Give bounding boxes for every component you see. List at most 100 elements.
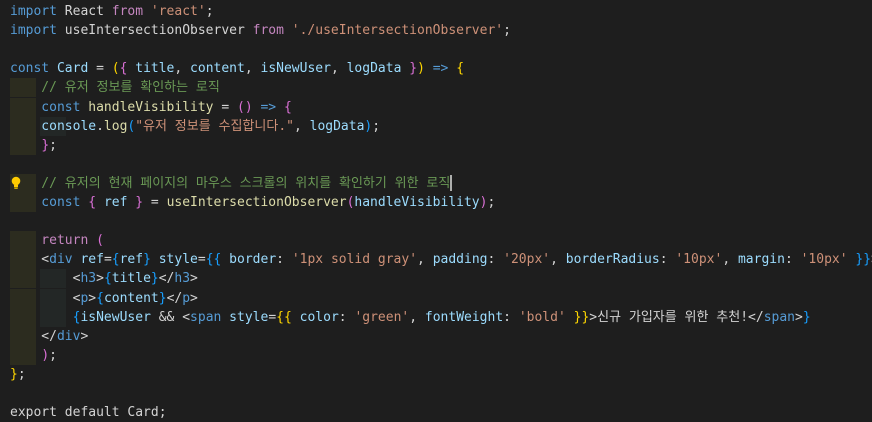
code-token: : xyxy=(784,252,801,268)
code-token: } xyxy=(401,61,418,77)
code-line[interactable] xyxy=(0,155,872,174)
code-text: // 유저의 현재 페이지의 마우스 스크롤의 위치를 확인하기 위한 로직 xyxy=(10,174,453,193)
code-token: } xyxy=(10,366,18,382)
code-token: import xyxy=(10,23,57,39)
code-token: isNewUser xyxy=(80,309,151,325)
code-editor[interactable]: import React from 'react'; import useInte… xyxy=(0,0,872,420)
code-token: , xyxy=(244,61,261,77)
code-token: 'react' xyxy=(143,4,206,19)
code-text: const { ref } = useIntersectionObserver(… xyxy=(10,193,495,212)
code-token: { xyxy=(103,271,112,287)
code-token: { xyxy=(96,290,104,306)
code-token: border xyxy=(221,252,277,268)
code-token: , xyxy=(293,118,310,134)
code-token: useIntersectionObserver xyxy=(56,23,253,39)
code-token: } xyxy=(802,309,811,325)
code-line[interactable]: const Card = ({ title, content, isNewUse… xyxy=(0,59,872,78)
code-token: export default Card; xyxy=(10,405,167,421)
code-line[interactable]: // 유저의 현재 페이지의 마우스 스크롤의 위치를 확인하기 위한 로직 xyxy=(0,173,872,193)
code-token: import xyxy=(10,4,57,19)
code-token: = xyxy=(197,252,206,268)
code-text: import React from 'react'; xyxy=(10,2,214,21)
code-line[interactable]: }; xyxy=(0,135,872,155)
code-token: }} xyxy=(565,309,590,325)
code-token: handleVisibility xyxy=(80,99,214,115)
code-token: color xyxy=(291,309,339,325)
code-text: const Card = ({ title, content, isNewUse… xyxy=(10,59,464,78)
code-line[interactable]: <div ref={ref} style={{ border: '1px sol… xyxy=(0,250,872,270)
code-token: title xyxy=(111,271,151,287)
code-line[interactable]: import useIntersectionObserver from './u… xyxy=(0,21,872,40)
code-token: } xyxy=(158,290,167,306)
code-token: from xyxy=(111,4,144,19)
code-line[interactable]: }; xyxy=(0,365,872,384)
code-text: import useIntersectionObserver from './u… xyxy=(10,21,511,40)
code-token: < xyxy=(10,252,50,268)
code-token: , xyxy=(174,61,191,77)
code-token: = xyxy=(268,309,277,325)
code-token: logData xyxy=(346,61,402,77)
code-token: > xyxy=(795,309,803,325)
code-line[interactable]: // 유저 정보를 확인하는 로직 xyxy=(0,78,872,98)
code-token: span xyxy=(763,309,795,325)
code-token: 'bold' xyxy=(518,309,566,325)
code-text: return ( xyxy=(10,231,104,250)
code-token: console xyxy=(10,118,97,134)
code-token: span xyxy=(190,309,222,325)
code-token: ( xyxy=(88,233,104,249)
code-line[interactable] xyxy=(0,384,872,403)
code-token: = xyxy=(103,252,112,268)
code-token: } xyxy=(150,271,159,287)
code-token: : xyxy=(338,309,355,325)
code-token: style xyxy=(221,309,269,325)
code-line[interactable]: import React from 'react'; xyxy=(0,2,872,21)
code-token: fontWeight xyxy=(424,309,504,325)
code-text: {isNewUser && <span style={{ color: 'gre… xyxy=(10,308,811,327)
code-token: => xyxy=(252,99,284,115)
code-token: ref xyxy=(119,252,144,268)
code-text: ); xyxy=(10,346,57,365)
code-token: p xyxy=(182,290,191,306)
code-line[interactable]: </div> xyxy=(0,326,872,346)
code-line[interactable]: console.log("유저 정보를 수집합니다.", logData); xyxy=(0,116,872,136)
code-token: "유저 정보를 수집합니다." xyxy=(135,118,294,134)
code-line[interactable]: {isNewUser && <span style={{ color: 'gre… xyxy=(0,307,872,327)
code-token: { xyxy=(111,252,120,268)
code-text: console.log("유저 정보를 수집합니다.", logData); xyxy=(10,117,380,136)
code-line[interactable]: const handleVisibility = () => { xyxy=(0,97,872,117)
code-line[interactable]: const { ref } = useIntersectionObserver(… xyxy=(0,193,872,212)
code-token: h3 xyxy=(80,271,97,287)
code-token: { xyxy=(456,61,465,77)
code-token: borderRadius xyxy=(565,252,660,268)
code-token: }} xyxy=(847,252,872,268)
code-token: handleVisibility xyxy=(354,195,480,210)
code-token: padding xyxy=(432,252,488,268)
code-token: '10px' xyxy=(800,252,848,268)
code-token: // 유저의 현재 페이지의 마우스 스크롤의 위치를 확인하기 위한 로직 xyxy=(10,175,451,191)
code-line[interactable]: <h3>{title}</h3> xyxy=(0,269,872,289)
code-token: } xyxy=(143,252,151,268)
code-line[interactable]: return ( xyxy=(0,231,872,251)
code-token: content xyxy=(190,61,245,77)
code-line[interactable]: export default Card; xyxy=(0,403,872,422)
code-token: return xyxy=(10,233,89,249)
code-token: . xyxy=(96,118,104,134)
code-token: } xyxy=(127,195,144,210)
code-token: < xyxy=(182,309,191,325)
code-token: => xyxy=(424,61,457,77)
code-token: logData xyxy=(309,118,365,134)
code-token: ; xyxy=(17,366,26,382)
code-line[interactable]: <p>{content}</p> xyxy=(0,288,872,308)
code-line[interactable]: ); xyxy=(0,345,872,365)
code-token: isNewUser xyxy=(260,61,331,77)
code-token: > xyxy=(190,290,198,306)
code-line[interactable] xyxy=(0,212,872,231)
code-token: > xyxy=(589,309,598,325)
code-line[interactable] xyxy=(0,40,872,59)
code-token: const xyxy=(10,99,81,115)
code-token: < xyxy=(10,271,81,287)
code-token: ; xyxy=(503,23,511,39)
code-token: > xyxy=(80,328,89,344)
code-token: log xyxy=(103,118,128,134)
code-token: </ xyxy=(10,328,57,344)
